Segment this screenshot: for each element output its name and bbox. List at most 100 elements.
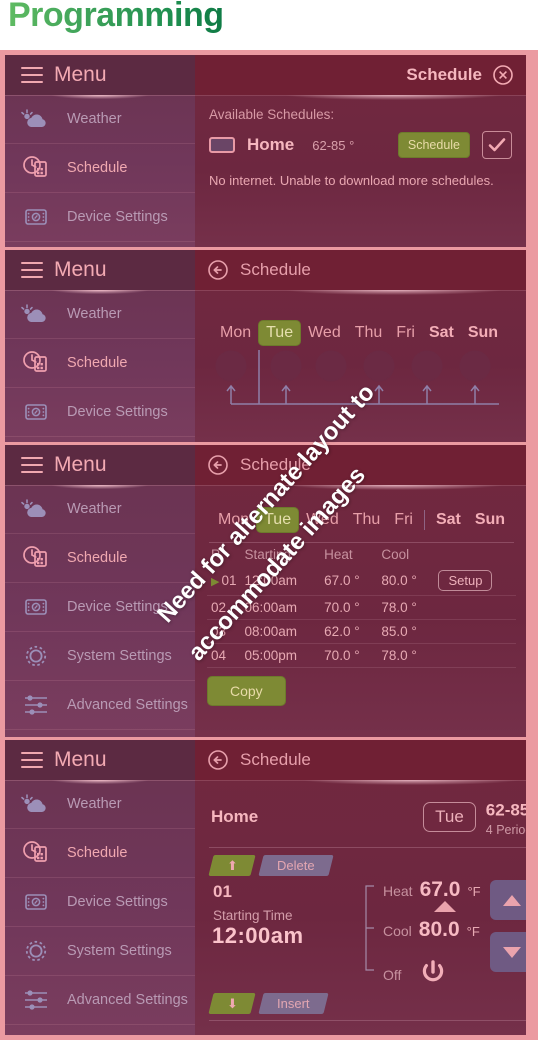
sidebar-item-advanced-settings[interactable]: Advanced Settings: [5, 681, 195, 730]
panel1-body: Available Schedules: Home 62-85 ° Schedu…: [195, 95, 526, 202]
sidebar-item-advanced-settings[interactable]: Advanced Settings: [5, 976, 195, 1025]
cell-period: ▶ 01: [207, 566, 241, 596]
sidebar-item-weather[interactable]: Weather: [5, 780, 195, 829]
schedule-swatch-icon: [209, 137, 235, 153]
day-fri[interactable]: Fri: [387, 508, 420, 532]
panel1-content: Schedule Available Schedules: Home 62-85…: [195, 55, 526, 247]
hamburger-icon[interactable]: [21, 67, 43, 83]
table-row[interactable]: ▶ 01 12:00am 67.0 ° 80.0 ° Setup: [207, 566, 517, 596]
day-mon[interactable]: Mon: [211, 508, 256, 532]
back-arrow-circle-icon[interactable]: [207, 749, 229, 771]
cool-unit: °F: [466, 924, 480, 940]
panel-stack: Menu Weather Schedule Device Settings Sc…: [5, 55, 526, 1035]
day-badge[interactable]: Tue: [423, 801, 476, 832]
sidebar-item-device-settings[interactable]: Device Settings: [5, 583, 195, 632]
day-wed[interactable]: Wed: [301, 321, 348, 345]
cell-starting: 12:00am: [240, 566, 321, 596]
heat-row: Heat 67.0 °F: [383, 878, 481, 902]
day-sat[interactable]: Sat: [429, 508, 468, 532]
panel2-header: Schedule: [195, 250, 526, 290]
editor-rule-bottom: [209, 1020, 526, 1022]
sidebar-item-schedule[interactable]: Schedule: [5, 339, 195, 388]
starting-time-value[interactable]: 12:00am: [212, 923, 361, 949]
panel-schedule-table: Menu Weather Schedule Device Settings Sy…: [5, 445, 526, 740]
sidebar-item-label: Schedule: [67, 550, 128, 566]
sidebar-item-schedule[interactable]: Schedule: [5, 534, 195, 583]
editor-stepper-column: [481, 878, 526, 991]
panel2-body: Mon Tue Wed Thu Fri Sat Sun: [195, 290, 526, 430]
panel4-title: Schedule: [240, 750, 311, 769]
cool-label: Cool: [383, 923, 412, 940]
day-fri[interactable]: Fri: [389, 321, 422, 345]
sidebar-header[interactable]: Menu: [5, 740, 195, 780]
day-sat[interactable]: Sat: [422, 321, 461, 345]
schedule-button[interactable]: Schedule: [397, 132, 470, 158]
sidebar-item-system-settings[interactable]: System Settings: [5, 927, 195, 976]
table-row[interactable]: 02 06:00am 70.0 ° 78.0 °: [207, 595, 517, 620]
cell-cool: 78.0 °: [377, 595, 435, 620]
day-thu[interactable]: Thu: [346, 508, 388, 532]
hamburger-icon[interactable]: [21, 752, 43, 768]
delete-button[interactable]: Delete: [258, 855, 334, 877]
sidebar-item-weather[interactable]: Weather: [5, 290, 195, 339]
cloud-sun-icon: [19, 495, 53, 523]
day-selector: Mon Tue Wed Thu Fri Sat Sun: [209, 320, 512, 346]
table-row[interactable]: 04 05:00pm 70.0 ° 78.0 °: [207, 643, 517, 668]
check-icon[interactable]: [482, 131, 512, 159]
cloud-sun-icon: [19, 105, 53, 133]
power-icon[interactable]: [420, 958, 446, 991]
day-wed[interactable]: Wed: [299, 508, 346, 532]
hamburger-icon[interactable]: [21, 457, 43, 473]
day-mon[interactable]: Mon: [213, 321, 258, 345]
sidebar-item-label: Schedule: [67, 845, 128, 861]
panel3-header: Schedule: [195, 445, 526, 485]
arrow-down-icon[interactable]: ⬇: [208, 993, 256, 1015]
device-frame: Menu Weather Schedule Device Settings Sc…: [0, 50, 538, 1040]
heat-unit: °F: [467, 884, 481, 900]
sidebar-item-weather[interactable]: Weather: [5, 485, 195, 534]
sidebar-item-schedule[interactable]: Schedule: [5, 829, 195, 878]
sliders-icon: [19, 986, 53, 1014]
page-title: Programming: [8, 0, 224, 35]
back-arrow-circle-icon[interactable]: [207, 259, 229, 281]
sidebar-item-device-settings[interactable]: Device Settings: [5, 193, 195, 242]
sidebar-header[interactable]: Menu: [5, 55, 195, 95]
day-thu[interactable]: Thu: [348, 321, 390, 345]
sidebar-header[interactable]: Menu: [5, 445, 195, 485]
device-icon: [19, 203, 53, 231]
sidebar-item-device-settings[interactable]: Device Settings: [5, 878, 195, 927]
setup-button[interactable]: Setup: [438, 570, 493, 591]
sidebar-item-system-settings[interactable]: System Settings: [5, 632, 195, 681]
stepper-down-button[interactable]: [489, 932, 526, 973]
day-tue[interactable]: Tue: [256, 507, 300, 533]
close-circle-icon[interactable]: [492, 64, 514, 86]
table-row[interactable]: 03 08:00am 62.0 ° 85.0 °: [207, 619, 517, 644]
day-link-tree: [209, 350, 512, 418]
day-sun[interactable]: Sun: [468, 508, 512, 532]
sidebar-item-weather[interactable]: Weather: [5, 95, 195, 144]
cell-period: 03: [207, 619, 241, 644]
off-row: Off: [383, 958, 481, 991]
sidebar-3: Menu Weather Schedule Device Settings Sy…: [5, 445, 195, 737]
hamburger-icon[interactable]: [21, 262, 43, 278]
sidebar-item-label: Advanced Settings: [67, 992, 188, 1008]
device-icon: [19, 593, 53, 621]
copy-button[interactable]: Copy: [207, 676, 286, 706]
period-number: 01: [213, 882, 232, 902]
arrow-up-icon[interactable]: ⬆: [208, 855, 256, 877]
stepper-up-button[interactable]: [489, 880, 526, 921]
sidebar-menu-label: Menu: [54, 63, 107, 86]
back-arrow-circle-icon[interactable]: [207, 454, 229, 476]
sidebar-item-device-settings[interactable]: Device Settings: [5, 388, 195, 437]
sliders-icon: [19, 691, 53, 719]
panel-available-schedules: Menu Weather Schedule Device Settings Sc…: [5, 55, 526, 250]
sidebar-item-label: Device Settings: [67, 599, 168, 615]
day-sun[interactable]: Sun: [461, 321, 505, 345]
panel3-title: Schedule: [240, 455, 311, 474]
insert-button[interactable]: Insert: [258, 993, 329, 1015]
panel-day-selector: Menu Weather Schedule Device Settings Sc…: [5, 250, 526, 445]
sidebar-header[interactable]: Menu: [5, 250, 195, 290]
sidebar-item-schedule[interactable]: Schedule: [5, 144, 195, 193]
clock-calendar-icon: [19, 839, 53, 867]
day-tue[interactable]: Tue: [258, 320, 302, 346]
